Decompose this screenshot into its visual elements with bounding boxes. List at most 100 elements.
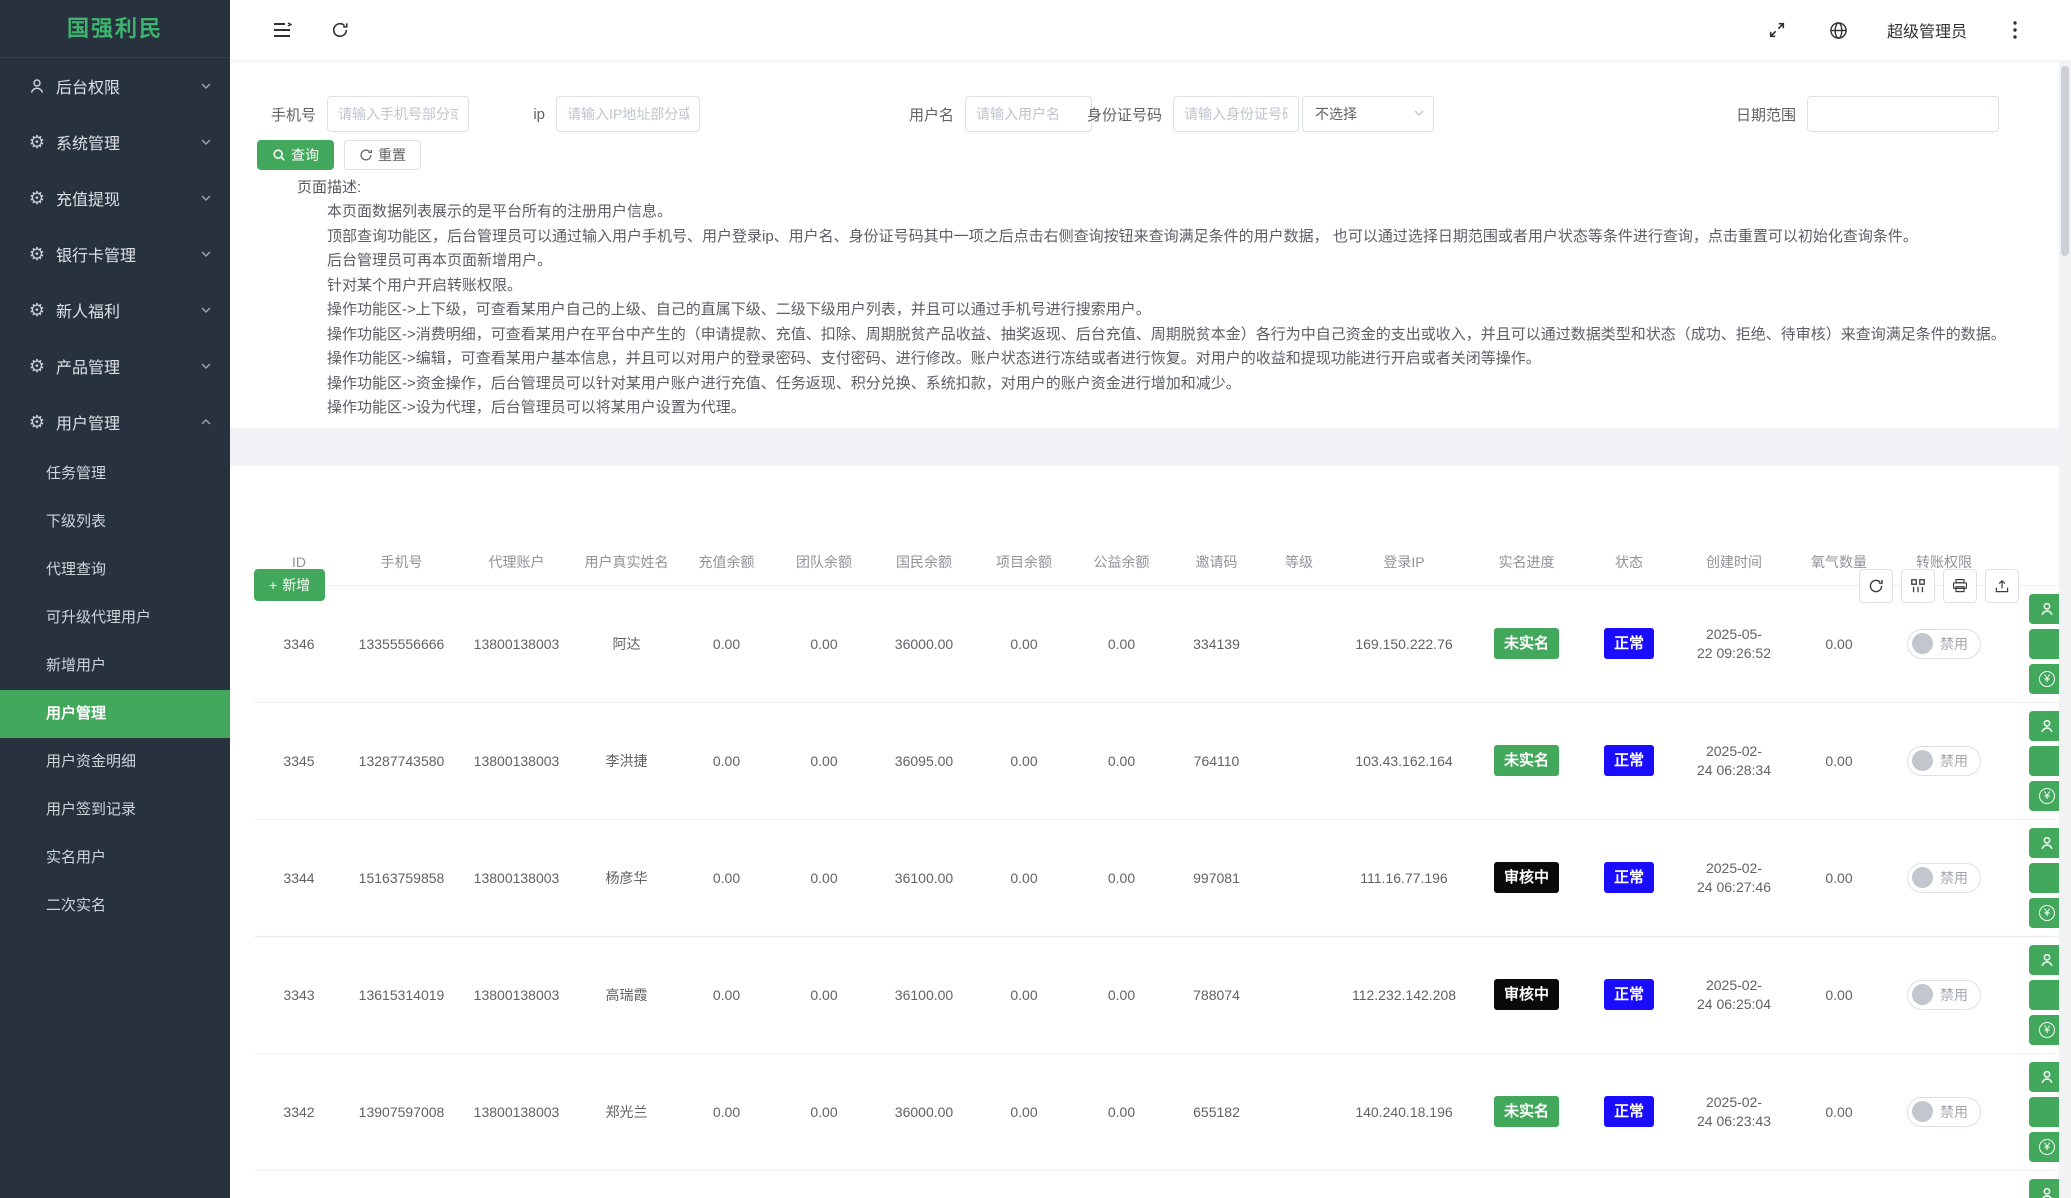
menu-fold-icon[interactable] bbox=[268, 16, 296, 44]
transfer-toggle[interactable]: 禁用 bbox=[1907, 863, 1981, 893]
column-header: 登录IP bbox=[1334, 540, 1474, 585]
cell-login_ip: 140.240.18.196 bbox=[1334, 1053, 1474, 1170]
cell-name: 阿达 bbox=[574, 585, 679, 702]
reset-button[interactable]: 重置 bbox=[344, 140, 421, 170]
cell-public: 0.00 bbox=[1074, 936, 1169, 1053]
print-button[interactable] bbox=[1943, 569, 1977, 603]
cell-realname: 审核中 bbox=[1474, 819, 1579, 936]
cell-status: 正常 bbox=[1579, 702, 1679, 819]
sidebar-subitem-7[interactable]: 用户签到记录 bbox=[0, 786, 230, 834]
sidebar-item-3[interactable]: ⚙银行卡管理 bbox=[0, 226, 230, 282]
chevron-down-icon bbox=[1413, 106, 1425, 122]
idcard-label: 身份证号码 bbox=[1039, 104, 1162, 125]
table-refresh-button[interactable] bbox=[1859, 569, 1893, 603]
sidebar-subitem-5[interactable]: 用户管理 bbox=[0, 690, 230, 738]
cell-name: 李洪捷 bbox=[574, 702, 679, 819]
cell-team: 0.00 bbox=[774, 585, 874, 702]
sidebar-item-label: 后台权限 bbox=[56, 74, 200, 98]
refresh-icon[interactable] bbox=[326, 16, 354, 44]
transfer-toggle[interactable]: 禁用 bbox=[1907, 1097, 1981, 1127]
fullscreen-icon[interactable] bbox=[1763, 16, 1791, 44]
transfer-toggle[interactable]: 禁用 bbox=[1907, 980, 1981, 1010]
cell-name: 杨彦华 bbox=[574, 819, 679, 936]
sidebar-item-0[interactable]: 后台权限 bbox=[0, 58, 230, 114]
cell-realname: 审核中 bbox=[1474, 936, 1579, 1053]
cell-team: 0.00 bbox=[774, 819, 874, 936]
sidebar-subitem-8[interactable]: 实名用户 bbox=[0, 834, 230, 882]
transfer-toggle[interactable]: 禁用 bbox=[1907, 629, 1981, 659]
description-line: 操作功能区->设为代理，后台管理员可以将某用户设置为代理。 bbox=[327, 396, 2006, 421]
app-logo: 国强利民 bbox=[0, 0, 230, 58]
cell-recharge: 0.00 bbox=[679, 1053, 774, 1170]
cell-national: 36000.00 bbox=[874, 585, 974, 702]
cell-transfer: 禁用 bbox=[1889, 1053, 1999, 1170]
current-user-label[interactable]: 超级管理员 bbox=[1887, 18, 1967, 42]
sidebar: 国强利民 后台权限⚙系统管理⚙充值提现⚙银行卡管理⚙新人福利⚙产品管理⚙用户管理… bbox=[0, 0, 230, 1198]
sidebar-subitem-6[interactable]: 用户资金明细 bbox=[0, 738, 230, 786]
date-range-input[interactable] bbox=[1807, 96, 1999, 132]
phone-input[interactable] bbox=[327, 96, 469, 132]
sidebar-subitem-0[interactable]: 任务管理 bbox=[0, 450, 230, 498]
sidebar-subitem-1[interactable]: 下级列表 bbox=[0, 498, 230, 546]
ip-input[interactable] bbox=[556, 96, 700, 132]
cell-login_ip bbox=[1334, 1170, 1474, 1198]
transfer-toggle[interactable]: 禁用 bbox=[1907, 746, 1981, 776]
sidebar-item-2[interactable]: ⚙充值提现 bbox=[0, 170, 230, 226]
created-line: 2025-02- bbox=[1679, 976, 1789, 995]
search-icon bbox=[272, 148, 286, 162]
toggle-knob bbox=[1912, 867, 1933, 888]
sidebar-subitem-3[interactable]: 可升级代理用户 bbox=[0, 594, 230, 642]
plus-icon: + bbox=[269, 577, 277, 593]
sidebar-item-1[interactable]: ⚙系统管理 bbox=[0, 114, 230, 170]
cell-id: 3344 bbox=[254, 819, 344, 936]
gear-icon: ⚙ bbox=[26, 132, 48, 153]
status-badge: 正常 bbox=[1604, 1096, 1654, 1127]
cell-status: 正常 bbox=[1579, 936, 1679, 1053]
status-select[interactable]: 不选择 bbox=[1302, 96, 1434, 132]
cell-level bbox=[1264, 1053, 1334, 1170]
idcard-input[interactable] bbox=[1173, 96, 1299, 132]
table-row: 33451328774358013800138003李洪捷0.000.00360… bbox=[254, 702, 2071, 819]
vertical-scrollbar[interactable] bbox=[2059, 60, 2071, 1198]
date-range-label: 日期范围 bbox=[1659, 104, 1796, 125]
chevron-down-icon bbox=[200, 248, 212, 260]
kebab-menu-icon[interactable] bbox=[2001, 16, 2029, 44]
sidebar-item-label: 产品管理 bbox=[56, 354, 200, 378]
cell-agent: 13800138003 bbox=[459, 936, 574, 1053]
cell-realname: 未实名 bbox=[1474, 585, 1579, 702]
cell-public: 0.00 bbox=[1074, 819, 1169, 936]
sidebar-item-4[interactable]: ⚙新人福利 bbox=[0, 282, 230, 338]
globe-icon[interactable] bbox=[1825, 16, 1853, 44]
column-header: 国民余额 bbox=[874, 540, 974, 585]
cell-public: 0.00 bbox=[1074, 1053, 1169, 1170]
app-window: 国强利民 后台权限⚙系统管理⚙充值提现⚙银行卡管理⚙新人福利⚙产品管理⚙用户管理… bbox=[0, 0, 2071, 1198]
query-button-label: 查询 bbox=[291, 145, 319, 165]
cell-project bbox=[974, 1170, 1074, 1198]
created-line: 2025-05- bbox=[1679, 625, 1789, 644]
cell-team: 0.00 bbox=[774, 702, 874, 819]
sidebar-item-5[interactable]: ⚙ 产品管理 bbox=[0, 338, 230, 394]
gear-icon: ⚙ bbox=[26, 356, 48, 377]
cell-name: 高瑞霞 bbox=[574, 936, 679, 1053]
cell-invite: 655182 bbox=[1169, 1053, 1264, 1170]
toggle-knob bbox=[1912, 1101, 1933, 1122]
export-button[interactable] bbox=[1985, 569, 2019, 603]
toggle-label: 禁用 bbox=[1940, 985, 1968, 1005]
realname-badge: 未实名 bbox=[1494, 1096, 1559, 1127]
sidebar-subitem-2[interactable]: 代理查询 bbox=[0, 546, 230, 594]
page-description: 本页面数据列表展示的是平台所有的注册用户信息。顶部查询功能区，后台管理员可以通过… bbox=[327, 200, 2006, 421]
cell-phone: 13907597008 bbox=[344, 1053, 459, 1170]
cell-national: 36095.00 bbox=[874, 702, 974, 819]
add-user-button[interactable]: + 新增 bbox=[254, 569, 325, 601]
user-icon bbox=[2039, 718, 2055, 734]
cell-team: 0.00 bbox=[774, 1053, 874, 1170]
cell-oxygen: 0.00 bbox=[1789, 936, 1889, 1053]
column-settings-button[interactable] bbox=[1901, 569, 1935, 603]
toggle-label: 禁用 bbox=[1940, 868, 1968, 888]
scrollbar-thumb[interactable] bbox=[2061, 66, 2069, 256]
sidebar-subitem-9[interactable]: 二次实名 bbox=[0, 882, 230, 930]
cell-id: 3342 bbox=[254, 1053, 344, 1170]
query-button[interactable]: 查询 bbox=[257, 140, 334, 170]
sidebar-item-6[interactable]: ⚙用户管理 bbox=[0, 394, 230, 450]
sidebar-subitem-4[interactable]: 新增用户 bbox=[0, 642, 230, 690]
